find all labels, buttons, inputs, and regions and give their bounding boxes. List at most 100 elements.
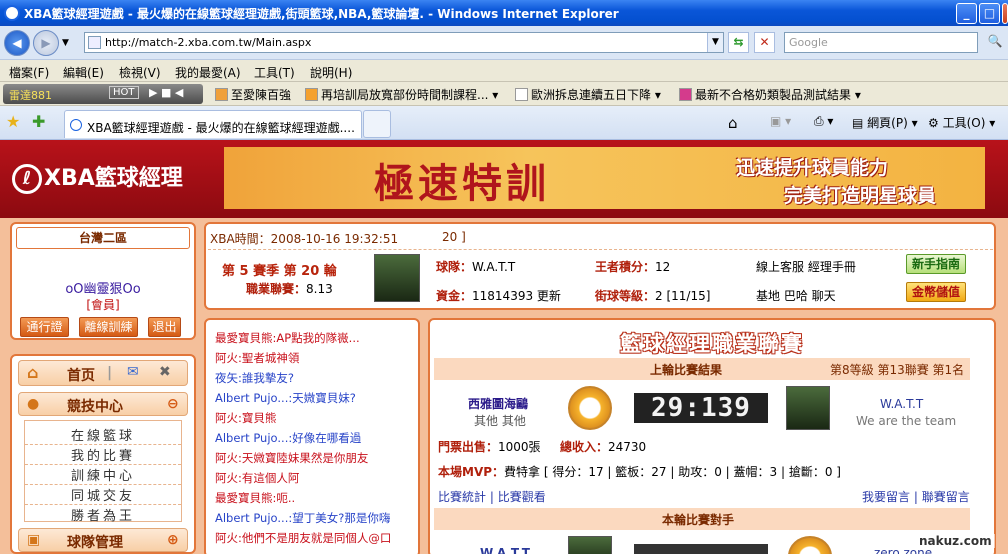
logo-icon: ℓ	[12, 164, 42, 194]
xba-time: XBA時間：2008-10-16 19:32:51	[210, 232, 399, 246]
address-toolbar: ◀ ▶ ▼ http://match-2.xba.com.tw/Main.asp…	[0, 26, 1008, 60]
menu-help[interactable]: 說明(H)	[310, 64, 352, 81]
service-links[interactable]: 線上客服 經理手冊	[756, 258, 856, 275]
king-points: 王者積分：12	[595, 260, 671, 274]
league-rating: 職業聯賽：8.13	[246, 282, 333, 296]
menu-file[interactable]: 檔案(F)	[9, 64, 49, 81]
chat-message[interactable]: 阿火:天媺寶陸妹果然是你朋友	[215, 450, 368, 466]
window-titlebar: XBA籃球經理遊戲 - 最火爆的在線籃球經理遊戲,街頭籃球,NBA,籃球論壇. …	[0, 0, 1008, 26]
radio-toolbar[interactable]: 雷達881 HOT ▶ ■ ◀	[3, 84, 203, 104]
close-button[interactable]	[1002, 3, 1008, 24]
nav-item-my-games[interactable]: 我的比賽	[25, 445, 181, 465]
refresh-icon[interactable]: ⇆	[728, 32, 749, 53]
link-3[interactable]: 歐洲拆息連續五日下降 ▾	[515, 86, 661, 103]
link-2[interactable]: 再培訓局放寬部份時間制課程... ▾	[305, 86, 498, 103]
new-tab-button[interactable]	[363, 110, 391, 138]
stop-icon[interactable]: ✕	[754, 32, 775, 53]
chat-message[interactable]: 阿火:他們不是朋友就是同個人@口	[215, 530, 391, 546]
news-ticker: 20 ]	[442, 230, 466, 244]
tab-active[interactable]: XBA籃球經理遊戲 - 最火爆的在線籃球經理遊戲....	[64, 110, 362, 138]
link-1[interactable]: 至愛陳百強	[215, 86, 291, 103]
chat-message[interactable]: Albert Pujo...:天媺寶貝妹?	[215, 390, 356, 406]
last-result-bar: 上輪比賽結果 第8等級 第13聯賽 第1名	[434, 358, 970, 380]
comment-links: 我要留言 | 聯賽留言	[862, 490, 970, 504]
pass-button[interactable]: 通行證	[20, 317, 69, 337]
next-score-display	[634, 544, 768, 554]
feeds-icon[interactable]: ▣ ▾	[770, 114, 791, 128]
nav-item-friends[interactable]: 同城交友	[25, 485, 181, 505]
nav-compete-header[interactable]: ● 競技中心 ⊖	[18, 392, 188, 416]
back-button[interactable]: ◀	[4, 30, 30, 56]
next-opponent-logo-icon	[788, 536, 832, 554]
address-url[interactable]: http://match-2.xba.com.tw/Main.aspx	[105, 36, 311, 49]
opponent-avatar	[786, 386, 830, 430]
nav-item-online[interactable]: 在線籃球	[25, 425, 181, 445]
maximize-button[interactable]: □	[979, 3, 1000, 24]
play-icon[interactable]: ▶ ■ ◀	[149, 86, 183, 99]
community-links[interactable]: 基地 巴哈 聊天	[756, 287, 836, 304]
next-home-team[interactable]: W.A.T.T	[480, 546, 530, 554]
page-menu[interactable]: ▤ 網頁(P) ▾	[852, 114, 918, 131]
home-team[interactable]: 西雅圖海鷗	[468, 395, 528, 412]
address-dropdown-icon[interactable]: ▼	[707, 33, 723, 52]
ad-banner[interactable]: 極速特訓 迅速提升球員能力 完美打造明星球員	[224, 147, 985, 209]
radio-hot-badge[interactable]: HOT	[109, 86, 139, 99]
home-icon[interactable]: ⌂	[728, 114, 738, 132]
menu-bar: 檔案(F) 編輯(E) 檢視(V) 我的最愛(A) 工具(T) 說明(H)	[0, 60, 1008, 82]
gold-recharge-button[interactable]: 金幣儲值	[906, 282, 966, 302]
site-logo[interactable]: ℓ XBA籃球經理	[12, 160, 183, 194]
chat-message[interactable]: 夜矢:誰我摯友?	[215, 370, 294, 386]
link-4[interactable]: 最新不合格奶類製品測試結果 ▾	[679, 86, 861, 103]
user-role: [會員]	[86, 298, 120, 312]
search-input[interactable]: Google	[784, 32, 978, 53]
forward-button[interactable]: ▶	[33, 30, 59, 56]
ticket-sales: 門票出售：1000張	[438, 440, 541, 454]
favorites-star-icon[interactable]: ★	[6, 112, 20, 131]
chat-message[interactable]: 阿火:寶貝熊	[215, 410, 276, 426]
home-subtitle: 其他 其他	[474, 414, 526, 428]
logout-button[interactable]: 退出	[148, 317, 181, 337]
add-favorite-icon[interactable]: ✚	[32, 112, 45, 131]
league-comment-link[interactable]: 聯賽留言	[922, 490, 970, 504]
web-page: ℓ XBA籃球經理 極速特訓 迅速提升球員能力 完美打造明星球員 台灣二區 oO幽…	[0, 140, 1008, 554]
settings-icon[interactable]: ✖	[159, 364, 171, 380]
nav-item-winner[interactable]: 勝者為王	[25, 505, 181, 524]
away-team[interactable]: W.A.T.T	[880, 397, 923, 411]
offline-training-button[interactable]: 離線訓練	[79, 317, 138, 337]
chat-message[interactable]: 最愛寶貝熊:呃..	[215, 490, 295, 506]
stats-link[interactable]: 比賽統計	[438, 490, 486, 504]
chat-message[interactable]: 阿火:聖者城神領	[215, 350, 299, 366]
history-dropdown-icon[interactable]: ▼	[62, 38, 69, 48]
menu-view[interactable]: 檢視(V)	[119, 64, 161, 81]
feed-icon	[679, 88, 692, 101]
expand-icon[interactable]: ⊕	[167, 532, 179, 548]
next-match-bar: 本輪比賽對手	[434, 508, 970, 530]
house-icon: ⌂	[27, 363, 39, 382]
team-logo-icon	[568, 386, 612, 430]
comment-link[interactable]: 我要留言	[862, 490, 910, 504]
tools-menu[interactable]: ⚙ 工具(O) ▾	[928, 114, 995, 131]
print-icon[interactable]: ⎙ ▾	[814, 114, 833, 129]
collapse-icon[interactable]: ⊖	[167, 396, 179, 412]
newbie-guide-button[interactable]: 新手指南	[906, 254, 966, 274]
watch-link[interactable]: 比賽觀看	[498, 490, 546, 504]
mail-icon[interactable]: ✉	[127, 364, 139, 380]
nav-item-training[interactable]: 訓練中心	[25, 465, 181, 485]
nav-team-header[interactable]: ▣ 球隊管理 ⊕	[18, 528, 188, 552]
chat-message[interactable]: 阿火:有這個人阿	[215, 470, 299, 486]
minimize-button[interactable]: _	[956, 3, 977, 24]
refresh-link[interactable]: 更新	[537, 289, 561, 303]
address-bar[interactable]: http://match-2.xba.com.tw/Main.aspx ▼	[84, 32, 724, 53]
chat-message[interactable]: Albert Pujo...:好像在哪看過	[215, 430, 361, 446]
menu-tools[interactable]: 工具(T)	[254, 64, 295, 81]
menu-favorites[interactable]: 我的最愛(A)	[175, 64, 241, 81]
page-icon	[88, 36, 101, 49]
search-icon[interactable]: 🔍	[984, 32, 1006, 53]
chat-message[interactable]: Albert Pujo...:望丁美女?那是你嗨	[215, 510, 390, 526]
menu-edit[interactable]: 編輯(E)	[63, 64, 104, 81]
away-subtitle: We are the team	[856, 414, 957, 428]
chat-message[interactable]: 最愛寶貝熊:AP點我的隊嶶...	[215, 330, 360, 346]
nav-home[interactable]: ⌂ 首页 | ✉ ✖	[18, 360, 188, 386]
window-title: XBA籃球經理遊戲 - 最火爆的在線籃球經理遊戲,街頭籃球,NBA,籃球論壇. …	[24, 7, 619, 21]
manager-avatar	[374, 254, 420, 302]
